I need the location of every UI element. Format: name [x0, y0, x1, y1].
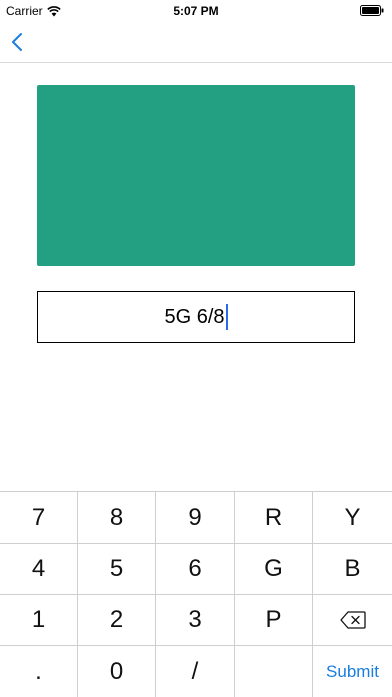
key-6[interactable]: 6	[156, 544, 235, 595]
color-code-value: 5G 6/8	[164, 305, 225, 328]
key-4[interactable]: 4	[0, 544, 78, 595]
key-r[interactable]: R	[235, 492, 313, 544]
key-5[interactable]: 5	[78, 544, 156, 595]
status-time: 5:07 PM	[173, 4, 219, 18]
key-3[interactable]: 3	[156, 595, 235, 646]
text-caret	[225, 304, 228, 330]
key-b[interactable]: B	[313, 544, 392, 595]
submit-button[interactable]: Submit	[313, 646, 392, 697]
backspace-key[interactable]	[313, 595, 392, 646]
key-7[interactable]: 7	[0, 492, 78, 544]
key-0[interactable]: 0	[78, 646, 156, 697]
key-g[interactable]: G	[235, 544, 313, 595]
key-1[interactable]: 1	[0, 595, 78, 646]
navigation-bar	[0, 22, 392, 63]
key-8[interactable]: 8	[78, 492, 156, 544]
key-9[interactable]: 9	[156, 492, 235, 544]
key-p[interactable]: P	[235, 595, 313, 646]
key-2[interactable]: 2	[78, 595, 156, 646]
battery-icon	[360, 5, 384, 16]
backspace-icon	[339, 611, 366, 629]
key-y[interactable]: Y	[313, 492, 392, 544]
key-slash[interactable]: /	[156, 646, 235, 697]
color-swatch	[37, 85, 355, 266]
status-bar: Carrier 5:07 PM	[0, 0, 392, 22]
back-button[interactable]	[6, 28, 30, 56]
key-blank	[235, 646, 313, 697]
chevron-left-icon	[12, 33, 22, 51]
color-code-input[interactable]: 5G 6/8	[37, 291, 355, 343]
key-dot[interactable]: .	[0, 646, 78, 697]
custom-keyboard: 7 8 9 R Y 4 5 6 G B 1 2 3 P . 0 / Submit	[0, 491, 392, 697]
